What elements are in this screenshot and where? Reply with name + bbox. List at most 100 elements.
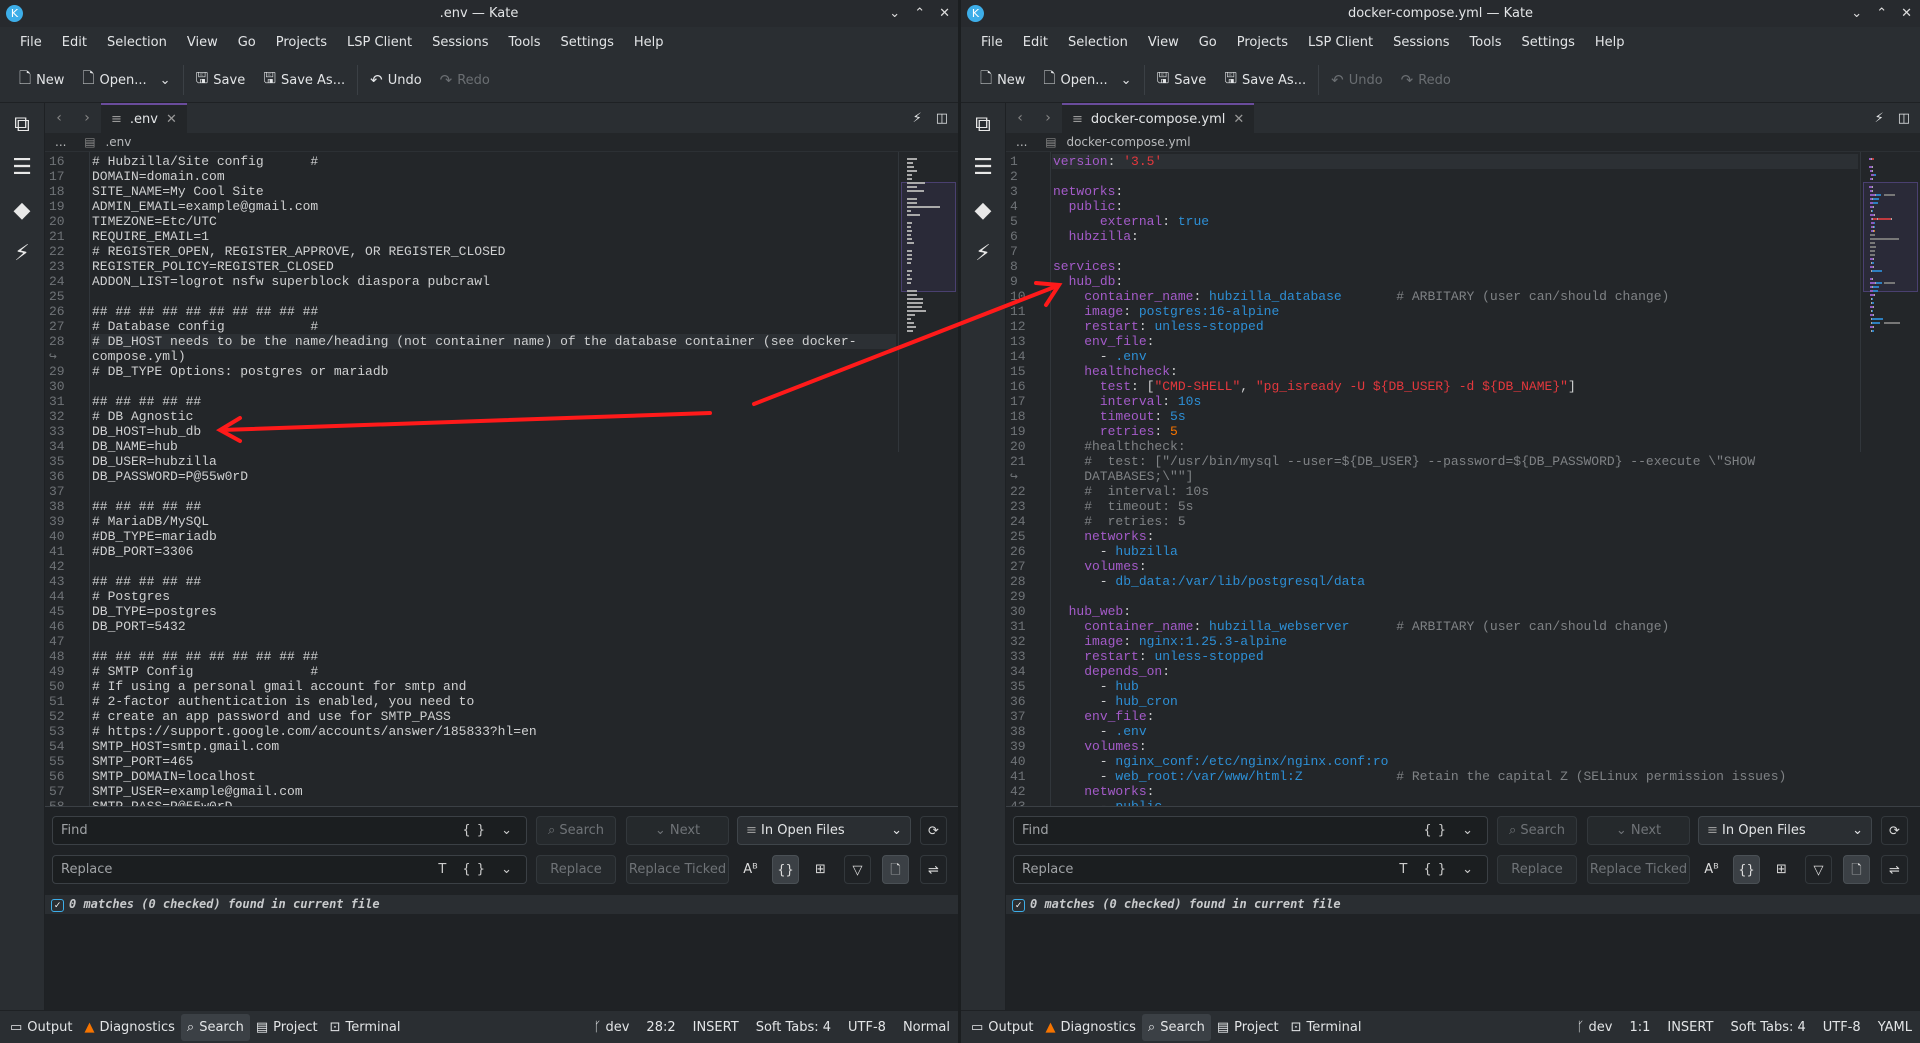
code-line[interactable]: 5 external: true <box>1010 214 1858 229</box>
search-button[interactable]: ⌕ Search <box>1497 816 1577 845</box>
code-line[interactable]: 34 depends_on: <box>1010 664 1858 679</box>
expand-results-icon[interactable]: ⊞ <box>807 855 834 884</box>
code-line[interactable]: 12 restart: unless-stopped <box>1010 319 1858 334</box>
filter-icon[interactable]: ▽ <box>844 855 871 884</box>
replace-button[interactable]: Replace <box>536 855 616 884</box>
menu-sessions[interactable]: Sessions <box>1383 35 1459 50</box>
code-line[interactable]: 50 # If using a personal gmail account fo… <box>49 679 896 694</box>
menu-view[interactable]: View <box>177 35 228 50</box>
code-line[interactable]: 33 restart: unless-stopped <box>1010 649 1858 664</box>
code-line[interactable]: 13 env_file: <box>1010 334 1858 349</box>
code-line[interactable]: 31 ## ## ## ## ## <box>49 394 896 409</box>
code-line[interactable]: 47 <box>49 634 896 649</box>
code-line[interactable]: 31 container_name: hubzilla_webserver # … <box>1010 619 1858 634</box>
maximize-icon[interactable]: ⌃ <box>1876 0 1887 27</box>
code-line[interactable]: 15 healthcheck: <box>1010 364 1858 379</box>
code-line[interactable]: 37 env_file: <box>1010 709 1858 724</box>
filter-icon[interactable]: ▽ <box>1805 855 1832 884</box>
git-branch[interactable]: ᚴ dev <box>594 1020 630 1035</box>
code-line[interactable]: 45 DB_TYPE=postgres <box>49 604 896 619</box>
bottom-tab-terminal[interactable]: ⊡ Terminal <box>1285 1014 1368 1041</box>
maximize-icon[interactable]: ⌃ <box>914 0 925 27</box>
code-line[interactable]: 29 <box>1010 589 1858 604</box>
save-button[interactable]: 🖫 Save <box>187 65 255 95</box>
projects-icon[interactable]: ☰ <box>961 146 1005 189</box>
code-line[interactable]: 43 - public <box>1010 799 1858 806</box>
search-button[interactable]: ⌕ Search <box>536 816 616 845</box>
replace-ticked-button[interactable]: Replace Ticked <box>1587 855 1690 884</box>
code-line[interactable]: 25 networks: <box>1010 529 1858 544</box>
code-line[interactable]: 54 SMTP_HOST=smtp.gmail.com <box>49 739 896 754</box>
code-editor[interactable]: 16 # Hubzilla/Site config # 17 DOMAIN=domai… <box>45 152 958 806</box>
expand-results-icon[interactable]: ⊞ <box>1768 855 1795 884</box>
code-line[interactable]: 44 # Postgres <box>49 589 896 604</box>
documents-icon[interactable]: ⧉ <box>961 103 1005 146</box>
menu-settings[interactable]: Settings <box>551 35 624 50</box>
code-line[interactable]: 43 ## ## ## ## ## <box>49 574 896 589</box>
menu-help[interactable]: Help <box>1585 35 1635 50</box>
code-line[interactable]: 23 REGISTER_POLICY=REGISTER_CLOSED <box>49 259 896 274</box>
result-checkbox[interactable]: ✓ <box>1012 899 1025 912</box>
breadcrumb-dots[interactable]: ... <box>55 135 66 149</box>
breadcrumb-file[interactable]: docker-compose.yml <box>1066 135 1190 149</box>
code-line[interactable]: 24 # retries: 5 <box>1010 514 1858 529</box>
code-line[interactable]: 10 container_name: hubzilla_database # A… <box>1010 289 1858 304</box>
code-line[interactable]: 36 DB_PASSWORD=P@55w0rD <box>49 469 896 484</box>
cursor-position[interactable]: 1:1 <box>1629 1020 1650 1035</box>
documents-icon[interactable]: ⧉ <box>0 103 44 146</box>
code-line[interactable]: 17 interval: 10s <box>1010 394 1858 409</box>
menu-edit[interactable]: Edit <box>52 35 97 50</box>
code-line[interactable]: 42 networks: <box>1010 784 1858 799</box>
code-line[interactable]: 25 <box>49 289 896 304</box>
new-tab-icon[interactable]: 🗋 <box>1843 855 1870 884</box>
code-lines[interactable]: 16 # Hubzilla/Site config # 17 DOMAIN=domai… <box>49 154 896 806</box>
bottom-tab-diagnostics[interactable]: ▲ Diagnostics <box>78 1014 180 1041</box>
code-line[interactable]: 26 - hubzilla <box>1010 544 1858 559</box>
code-line[interactable]: 28 - db_data:/var/lib/postgresql/data <box>1010 574 1858 589</box>
menu-lsp-client[interactable]: LSP Client <box>337 35 422 50</box>
refresh-icon[interactable]: ⟳ <box>920 816 947 845</box>
menu-edit[interactable]: Edit <box>1013 35 1058 50</box>
regex-options-icon[interactable]: {} ⌄ <box>462 817 518 844</box>
code-line[interactable]: 51 # 2-factor authentication is enabled, … <box>49 694 896 709</box>
encoding[interactable]: UTF-8 <box>1823 1020 1861 1035</box>
save-button[interactable]: 🖫 Save <box>1148 65 1216 95</box>
code-line[interactable]: 18 SITE_NAME=My Cool Site <box>49 184 896 199</box>
new-button[interactable]: 🗋 New <box>10 65 73 95</box>
code-line[interactable]: 32 image: nginx:1.25.3-alpine <box>1010 634 1858 649</box>
search-scope-select[interactable]: ≡ In Open Files ⌄ <box>1698 816 1872 845</box>
code-line[interactable]: 14 - .env <box>1010 349 1858 364</box>
quick-open-icon[interactable]: ⚡ <box>913 111 922 126</box>
code-line[interactable]: 17 DOMAIN=domain.com <box>49 169 896 184</box>
minimize-icon[interactable]: ⌄ <box>1851 0 1862 27</box>
regex-icon[interactable]: {} <box>772 855 799 884</box>
new-tab-icon[interactable]: 🗋 <box>882 855 909 884</box>
close-tab-icon[interactable]: ✕ <box>1233 112 1244 127</box>
save-as-button[interactable]: 🖫 Save As... <box>254 65 354 95</box>
chevron-down-icon[interactable]: ⌄ <box>1121 73 1132 88</box>
split-view-icon[interactable]: ◫ <box>1898 111 1910 126</box>
code-line[interactable]: 19 ADMIN_EMAIL=example@gmail.com <box>49 199 896 214</box>
code-line[interactable]: 18 timeout: 5s <box>1010 409 1858 424</box>
git-icon[interactable]: ◆ <box>0 189 44 232</box>
code-line[interactable]: 22 # REGISTER_OPEN, REGISTER_APPROVE, OR … <box>49 244 896 259</box>
code-line[interactable]: 28 # DB_HOST needs to be the name/heading… <box>49 334 896 349</box>
menu-tools[interactable]: Tools <box>499 35 551 50</box>
code-line[interactable]: 33 DB_HOST=hub_db <box>49 424 896 439</box>
code-line[interactable]: 36 - hub_cron <box>1010 694 1858 709</box>
code-line[interactable]: ↪ compose.yml) <box>49 349 896 364</box>
replace-button[interactable]: Replace <box>1497 855 1577 884</box>
input-mode[interactable]: INSERT <box>693 1020 739 1035</box>
cursor-position[interactable]: 28:2 <box>646 1020 675 1035</box>
code-line[interactable]: 21 REQUIRE_EMAIL=1 <box>49 229 896 244</box>
menu-selection[interactable]: Selection <box>97 35 177 50</box>
code-line[interactable]: 16 # Hubzilla/Site config # <box>49 154 896 169</box>
code-line[interactable]: 24 ADDON_LIST=logrot nsfw superblock dias… <box>49 274 896 289</box>
menu-file[interactable]: File <box>971 35 1013 50</box>
code-line[interactable]: 19 retries: 5 <box>1010 424 1858 439</box>
indentation[interactable]: Soft Tabs: 4 <box>756 1020 831 1035</box>
minimap[interactable] <box>898 152 958 452</box>
code-line[interactable]: 20 #healthcheck: <box>1010 439 1858 454</box>
split-view-icon[interactable]: ◫ <box>936 111 948 126</box>
code-line[interactable]: 2 <box>1010 169 1858 184</box>
